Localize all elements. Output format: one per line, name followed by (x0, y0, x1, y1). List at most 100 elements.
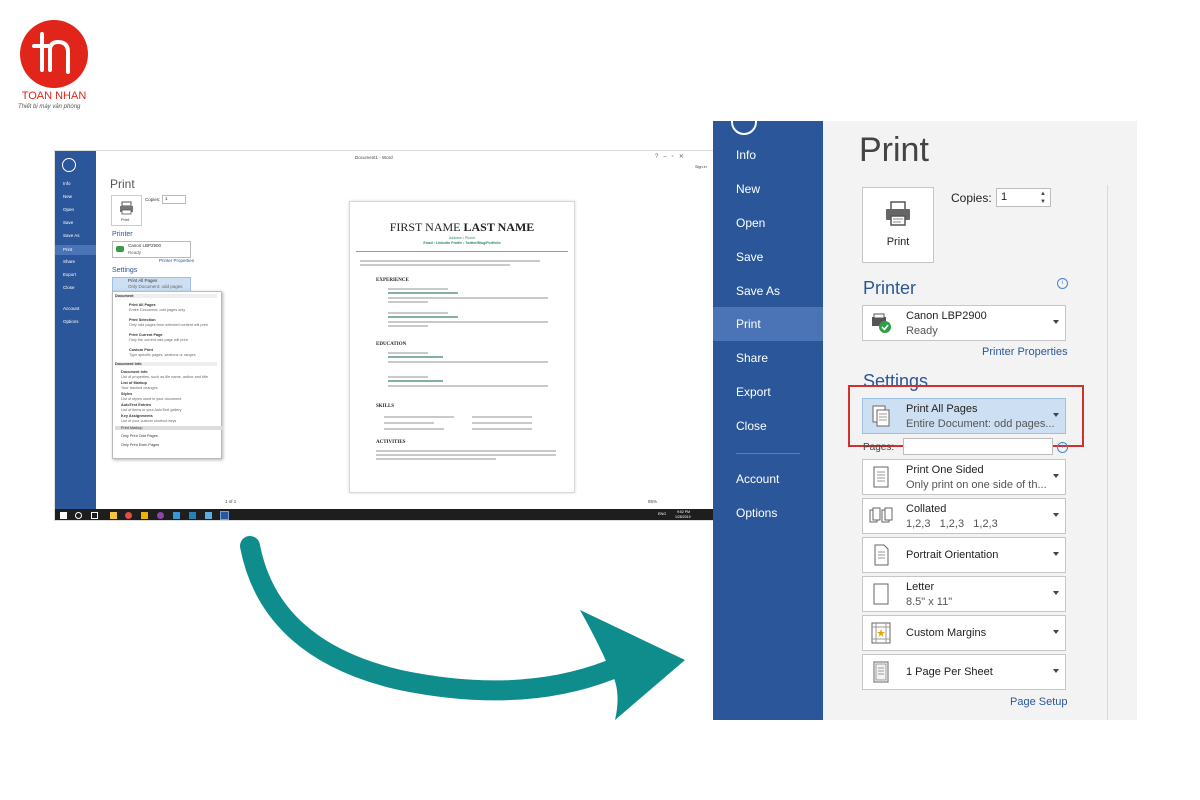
transition-arrow (240, 536, 685, 720)
preview-name: FIRST NAME LAST NAME (389, 220, 535, 234)
small-printer-properties-link[interactable]: Printer Properties (159, 258, 194, 263)
logo-mark (20, 20, 88, 88)
small-rail-print[interactable]: Print (55, 245, 96, 255)
chevron-down-icon (1053, 474, 1059, 478)
dd-item-custom-print[interactable]: Custom Print (129, 348, 153, 352)
app-icon[interactable] (157, 512, 164, 519)
rail-item-account[interactable]: Account (713, 462, 823, 496)
rail-item-close[interactable]: Close (713, 409, 823, 443)
rail-item-options[interactable]: Options (713, 496, 823, 530)
taskbar-time[interactable]: 9:52 PM (677, 510, 690, 514)
logo-name: TOAN NHAN (21, 90, 87, 102)
rail-item-print[interactable]: Print (713, 307, 823, 341)
pages-info-icon[interactable]: i (1057, 442, 1068, 453)
small-print-all-pages-select[interactable]: Print All Pages Only Document: odd pages (112, 277, 191, 292)
small-rail-account[interactable]: Account (55, 306, 96, 311)
pages-input[interactable] (903, 438, 1053, 455)
printer-name: Canon LBP2900 (906, 310, 987, 322)
small-zoom[interactable]: 85% (648, 499, 657, 504)
copies-label: Copies: (951, 191, 992, 205)
word-print-backstage: Info New Open Save Save As Print Share E… (713, 121, 1137, 720)
printer-heading: Printer (863, 278, 917, 298)
copies-stepper[interactable]: 1 ▲ ▼ (996, 188, 1051, 207)
collated-icon (869, 507, 893, 523)
small-printer-select[interactable]: Canon LBP2900 Ready (112, 241, 191, 258)
dd-item-print-all[interactable]: Print All Pages (129, 303, 156, 307)
printer-icon (886, 201, 910, 226)
printer-properties-link[interactable]: Printer Properties (982, 346, 1068, 358)
chevron-down-icon (1053, 513, 1059, 517)
printer-select[interactable]: Canon LBP2900 Ready (862, 305, 1066, 341)
small-rail-close[interactable]: Close (55, 285, 96, 290)
sides-select[interactable]: Print One Sided Only print on one side o… (862, 459, 1066, 495)
small-page-nav[interactable]: 1 of 1 (225, 499, 236, 504)
small-printer-heading: Printer (112, 231, 133, 238)
backstage-rail: Info New Open Save Save As Print Share E… (713, 121, 823, 720)
small-rail-info[interactable]: Info (55, 181, 96, 186)
trello-icon[interactable] (189, 512, 196, 519)
rail-item-save-as[interactable]: Save As (713, 274, 823, 308)
rail-item-open[interactable]: Open (713, 206, 823, 240)
word-taskbar-icon[interactable] (220, 511, 229, 520)
small-rail-new[interactable]: New (55, 194, 96, 199)
file-explorer-icon[interactable] (110, 512, 117, 519)
rail-item-share[interactable]: Share (713, 341, 823, 375)
chevron-down-icon (1053, 669, 1059, 673)
windows-start-icon[interactable] (60, 512, 67, 519)
small-window-controls[interactable]: ? – ▫ ✕ (655, 153, 684, 160)
pages-per-sheet-select[interactable]: 1 Page Per Sheet (862, 654, 1066, 690)
small-rail-export[interactable]: Export (55, 272, 96, 277)
rail-item-info[interactable]: Info (713, 138, 823, 172)
taskbar-lang[interactable]: ENG (658, 512, 666, 516)
printer-status: Ready (906, 325, 938, 337)
rail-item-export[interactable]: Export (713, 375, 823, 409)
chevron-down-icon (1053, 591, 1059, 595)
small-copies-input[interactable]: 1 (162, 195, 186, 204)
dd-item-print-selection[interactable]: Print Selection (129, 318, 156, 322)
small-rail-share[interactable]: Share (55, 259, 96, 264)
orientation-select[interactable]: Portrait Orientation (862, 537, 1066, 573)
chrome-icon[interactable] (125, 512, 132, 519)
dd-print-markup[interactable]: Print Markup (115, 426, 223, 430)
dd-item-print-current[interactable]: Print Current Page (129, 333, 163, 337)
print-button[interactable]: Print (862, 187, 934, 263)
small-print-button[interactable]: Print (111, 195, 142, 226)
collation-select[interactable]: Collated 1,2,3 1,2,3 1,2,3 (862, 498, 1066, 534)
pages-per-sheet-icon (873, 661, 889, 683)
printer-info-icon[interactable]: i (1057, 278, 1068, 289)
rail-item-save[interactable]: Save (713, 240, 823, 274)
small-word-screenshot: Info New Open Save Save As Print Share E… (54, 150, 714, 521)
small-print-preview-page: FIRST NAME LAST NAME Address • Phone Ema… (349, 201, 575, 493)
margins-select[interactable]: Custom Margins (862, 615, 1066, 651)
dd-only-even[interactable]: Only Print Even Pages (121, 443, 159, 447)
small-rail-open[interactable]: Open (55, 207, 96, 212)
rail-item-new[interactable]: New (713, 172, 823, 206)
print-button-label: Print (886, 236, 910, 248)
folder-icon[interactable] (141, 512, 148, 519)
small-rail-save[interactable]: Save (55, 220, 96, 225)
chevron-down-icon (1053, 320, 1059, 324)
small-window-title: Document1 - Word (355, 155, 393, 160)
task-view-icon[interactable] (91, 512, 98, 519)
copies-down-icon[interactable]: ▼ (1040, 199, 1046, 205)
small-sign-in[interactable]: Sign in (695, 165, 707, 169)
small-rail-options[interactable]: Options (55, 319, 96, 324)
taskbar: ENG 9:52 PM 1/28/2019 (55, 509, 713, 520)
taskbar-date[interactable]: 1/28/2019 (675, 515, 691, 519)
page-setup-link[interactable]: Page Setup (1010, 696, 1068, 708)
portrait-icon (874, 544, 889, 566)
pages-label: Pages: (863, 442, 895, 453)
dd-only-odd[interactable]: Only Print Odd Pages (121, 434, 158, 438)
copies-up-icon[interactable]: ▲ (1040, 191, 1046, 197)
small-copies-label: Copies: (145, 197, 161, 202)
brand-logo: TOAN NHAN Thiết bị máy văn phòng (18, 20, 93, 115)
paper-size-select[interactable]: Letter 8.5" x 11" (862, 576, 1066, 612)
mail-icon[interactable] (205, 512, 212, 519)
app-icon-2[interactable] (173, 512, 180, 519)
small-back-icon[interactable] (62, 158, 76, 172)
search-icon[interactable] (75, 512, 82, 519)
printer-ready-icon (872, 313, 891, 333)
back-arrow-icon[interactable] (731, 121, 757, 135)
small-printer-icon (116, 246, 124, 252)
small-rail-save-as[interactable]: Save As (55, 233, 96, 238)
